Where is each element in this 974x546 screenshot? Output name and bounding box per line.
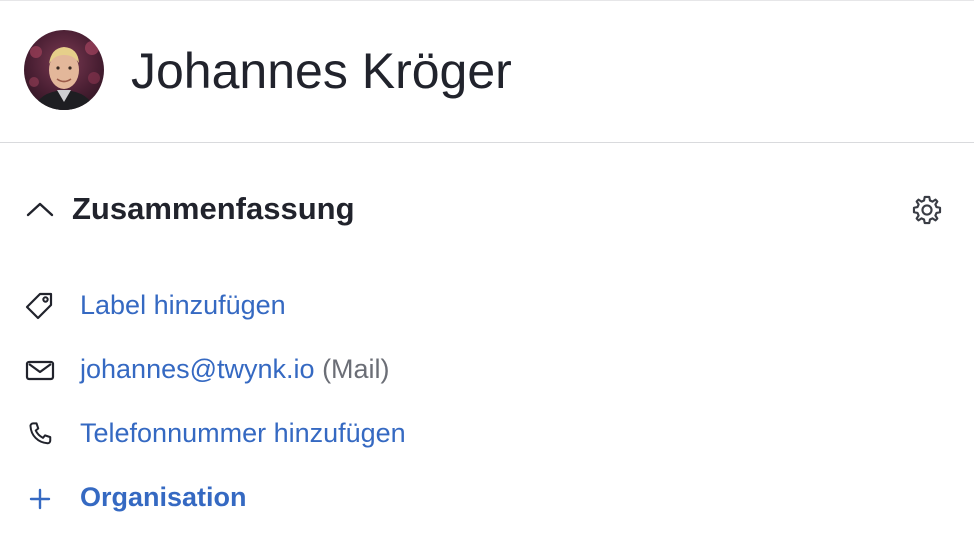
add-phone-link[interactable]: Telefonnummer hinzufügen	[80, 415, 406, 451]
email-value: johannes@twynk.io (Mail)	[80, 351, 390, 387]
organisation-row: Organisation	[0, 477, 974, 517]
label-row: Label hinzufügen	[0, 285, 974, 325]
section-title: Zusammenfassung	[72, 191, 355, 226]
add-organisation-link[interactable]: Organisation	[80, 479, 247, 515]
phone-icon	[24, 419, 56, 449]
tag-icon	[24, 291, 56, 321]
gear-icon[interactable]	[910, 193, 944, 227]
contact-detail-panel: Johannes Kröger Zusammenfassung Label hi…	[0, 0, 974, 546]
email-type-label: (Mail)	[322, 354, 390, 384]
contact-header: Johannes Kröger	[0, 1, 974, 143]
email-row: johannes@twynk.io (Mail)	[0, 349, 974, 389]
contact-name: Johannes Kröger	[131, 43, 512, 99]
plus-icon[interactable]	[24, 483, 56, 513]
avatar	[24, 30, 104, 110]
chevron-up-icon[interactable]	[24, 196, 56, 222]
add-label-link[interactable]: Label hinzufügen	[80, 287, 286, 323]
summary-section-header: Zusammenfassung	[0, 177, 974, 241]
email-link[interactable]: johannes@twynk.io	[80, 354, 315, 384]
envelope-icon	[24, 355, 56, 385]
phone-row: Telefonnummer hinzufügen	[0, 413, 974, 453]
